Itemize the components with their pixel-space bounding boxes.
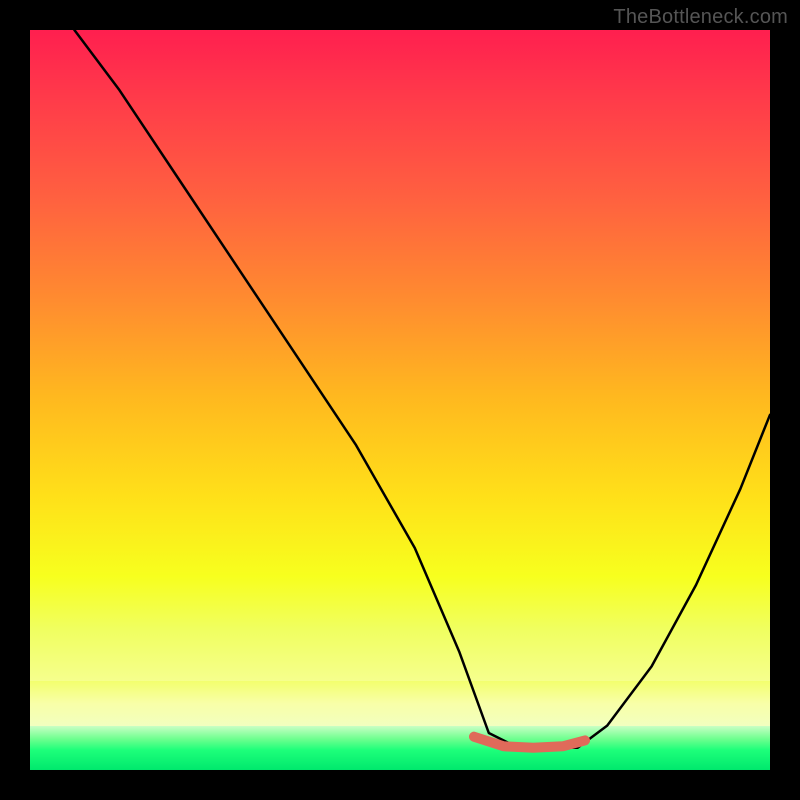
chart-container: TheBottleneck.com — [0, 0, 800, 800]
watermark-text: TheBottleneck.com — [613, 6, 788, 29]
min-highlight-marker — [474, 737, 585, 748]
curve-svg — [30, 30, 770, 770]
plot-area — [30, 30, 770, 770]
bottleneck-curve — [74, 30, 770, 748]
